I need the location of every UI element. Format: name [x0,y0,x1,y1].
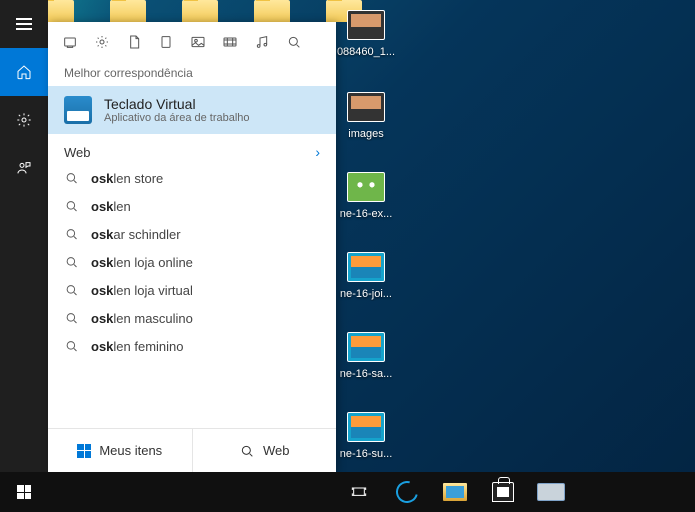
suggestion-text: osklen [91,199,131,214]
search-icon [64,170,79,186]
taskbar [0,472,695,512]
filter-apps-icon[interactable] [56,28,84,56]
suggestion-text: osklen loja online [91,255,193,270]
desktop-icon[interactable]: 088460_1... [336,8,396,59]
windows-logo-icon [17,485,31,499]
scope-tabs: Meus itens Web [48,428,336,472]
gear-icon [16,112,32,128]
web-header-label: Web [64,145,91,160]
desktop-icon[interactable]: ne-16-joi... [336,250,396,301]
rail-home-button[interactable] [0,48,48,96]
file-explorer-icon [443,483,467,501]
search-icon [64,254,79,270]
filter-videos-icon[interactable] [216,28,244,56]
file-thumb-icon [347,332,385,362]
task-view-icon [351,484,367,500]
search-icon [239,443,255,459]
onscreen-keyboard-icon [64,96,92,124]
best-match-header: Melhor correspondência [48,62,336,86]
edge-icon [392,477,422,507]
search-icon [64,198,79,214]
web-suggestion[interactable]: osklen store [48,164,336,192]
desktop-icon-label: 088460_1... [336,46,396,59]
desktop-icon[interactable]: images [336,90,396,141]
web-suggestion[interactable]: osklen [48,192,336,220]
osk-taskbar-button[interactable] [528,472,574,512]
web-suggestion[interactable]: osklen masculino [48,304,336,332]
filter-bar [48,22,336,62]
file-thumb-icon [347,412,385,442]
tab-my-stuff-label: Meus itens [99,443,162,458]
filter-settings-icon[interactable] [88,28,116,56]
search-icon [64,338,79,354]
hamburger-button[interactable] [0,0,48,48]
desktop-icon[interactable]: ne-16-sa... [336,330,396,381]
store-button[interactable] [480,472,526,512]
desktop-icon[interactable]: ne-16-su... [336,410,396,461]
suggestion-text: osklen masculino [91,311,193,326]
start-button[interactable] [0,472,48,512]
filter-documents-icon[interactable] [120,28,148,56]
best-match-title: Teclado Virtual [104,96,250,112]
desktop-icon-label: ne-16-su... [336,448,396,461]
file-explorer-button[interactable] [432,472,478,512]
windows-logo-icon [77,444,91,458]
search-icon [64,226,79,242]
web-suggestion[interactable]: osklen loja online [48,248,336,276]
web-suggestion[interactable]: osklen loja virtual [48,276,336,304]
web-section-header: Web › [48,134,336,164]
desktop-icon-label: ne-16-joi... [336,288,396,301]
desktop-icon[interactable]: ne-16-ex... [336,170,396,221]
filter-folders-icon[interactable] [152,28,180,56]
edge-button[interactable] [384,472,430,512]
tab-web[interactable]: Web [193,429,337,472]
suggestion-text: osklen store [91,171,163,186]
store-icon [492,482,514,502]
task-view-button[interactable] [336,472,382,512]
suggestion-text: oskar schindler [91,227,181,242]
file-thumb-icon [347,10,385,40]
desktop-icon-label: ne-16-ex... [336,208,396,221]
best-match-result[interactable]: Teclado Virtual Aplicativo da área de tr… [48,86,336,134]
filter-photos-icon[interactable] [184,28,212,56]
search-icon [64,310,79,326]
web-suggestion[interactable]: oskar schindler [48,220,336,248]
search-icon [64,282,79,298]
suggestion-text: osklen feminino [91,339,184,354]
web-suggestion[interactable]: osklen feminino [48,332,336,360]
person-chat-icon [16,160,32,176]
filter-music-icon[interactable] [248,28,276,56]
rail-settings-button[interactable] [0,96,48,144]
chevron-right-icon[interactable]: › [315,144,320,160]
file-thumb-icon [347,172,385,202]
filter-search-icon[interactable] [280,28,308,56]
search-panel: Melhor correspondência Teclado Virtual A… [48,22,336,472]
suggestion-text: osklen loja virtual [91,283,193,298]
desktop-icon-label: images [336,128,396,141]
tab-my-stuff[interactable]: Meus itens [48,429,193,472]
desktop-icon-label: ne-16-sa... [336,368,396,381]
file-thumb-icon [347,92,385,122]
start-left-rail [0,0,48,472]
rail-feedback-button[interactable] [0,144,48,192]
hamburger-icon [16,23,32,25]
file-thumb-icon [347,252,385,282]
keyboard-icon [537,483,565,501]
tab-web-label: Web [263,443,290,458]
best-match-subtitle: Aplicativo da área de trabalho [104,112,250,124]
home-icon [16,64,32,80]
